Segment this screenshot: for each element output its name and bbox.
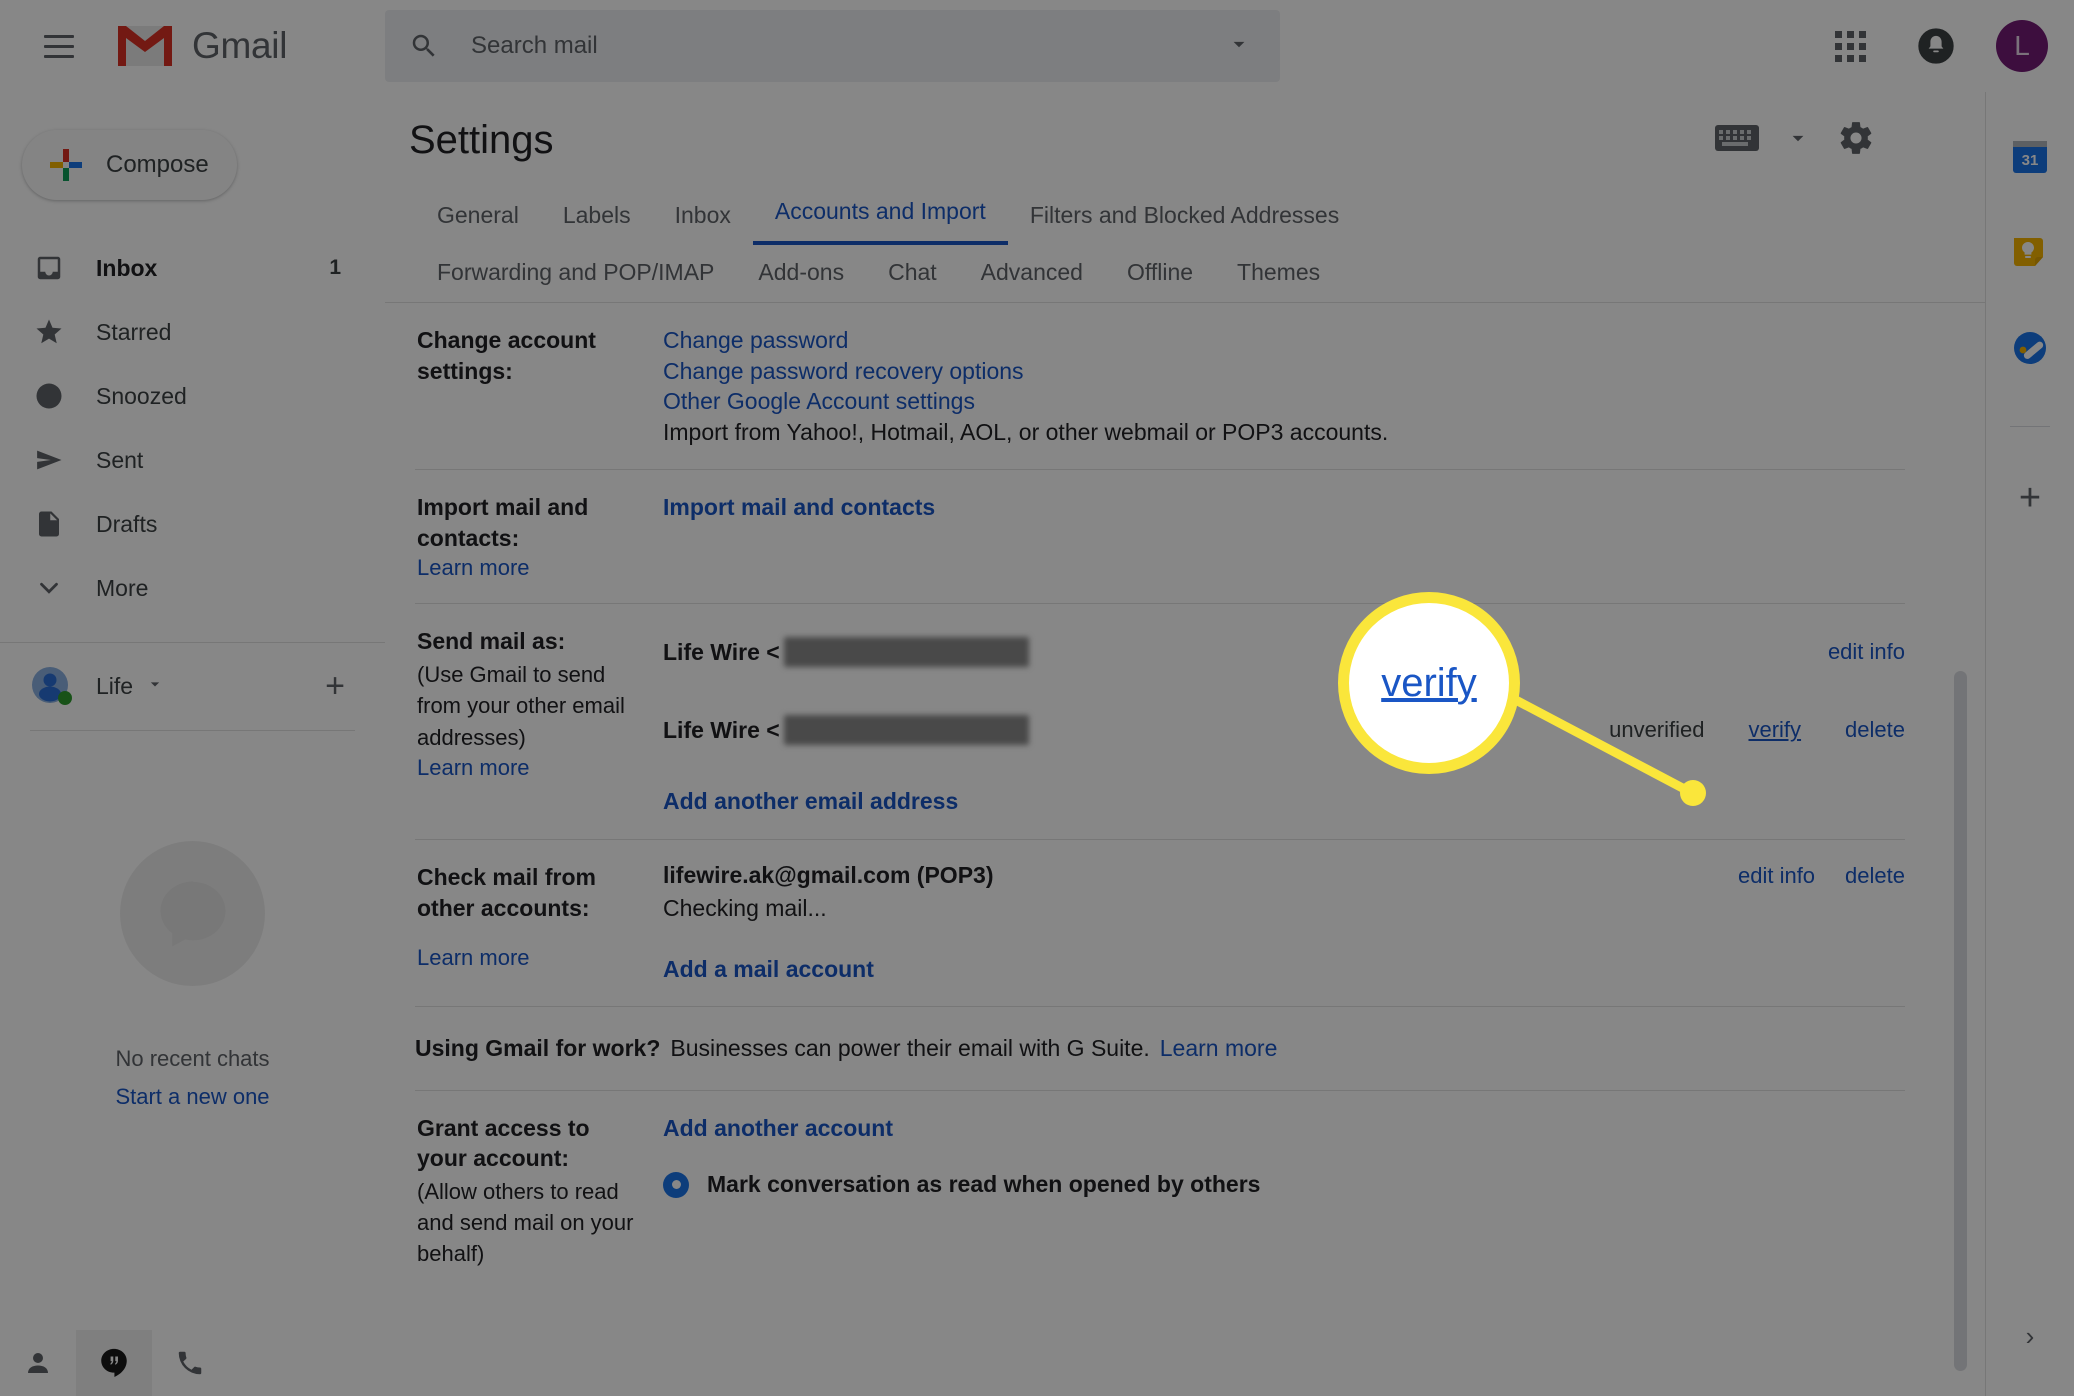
callout-endpoint-dot xyxy=(1680,780,1706,806)
callout-leader-line xyxy=(1435,655,1697,798)
callout-highlight-verify: verify xyxy=(1338,592,1520,774)
callout-label: verify xyxy=(1381,660,1477,705)
